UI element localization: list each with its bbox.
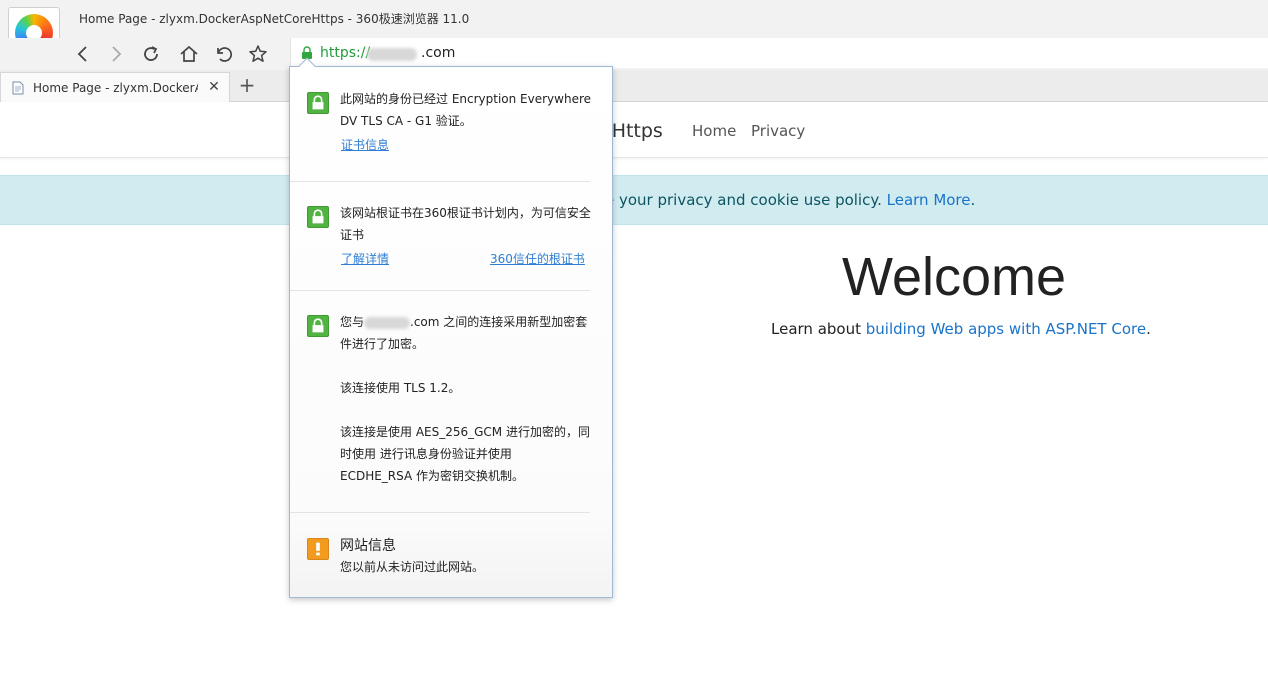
- certificate-info-link[interactable]: 证书信息: [341, 136, 389, 153]
- divider: [290, 290, 590, 291]
- divider: [290, 181, 590, 182]
- learn-more-link[interactable]: Learn More: [887, 191, 971, 209]
- connection-text: 您与 .com 之间的连接采用新型加密套 件进行了加密。 该连接使用 TLS 1.…: [340, 311, 592, 487]
- divider: [290, 512, 590, 513]
- cipher-line-1: 该连接是使用 AES_256_GCM 进行加密的，同: [340, 425, 590, 439]
- connection-prefix: 您与: [340, 315, 365, 329]
- forward-arrow-icon[interactable]: [103, 41, 129, 67]
- aspnet-core-link[interactable]: building Web apps with ASP.NET Core: [866, 320, 1146, 338]
- warning-icon: [307, 538, 329, 560]
- learn-details-link[interactable]: 了解详情: [341, 250, 389, 267]
- learn-about-text: Learn about building Web apps with ASP.N…: [771, 320, 1151, 338]
- tls-version-text: 该连接使用 TLS 1.2。: [340, 381, 461, 395]
- certificate-line-2: DV TLS CA - G1 验证。: [340, 114, 472, 128]
- back-arrow-icon[interactable]: [70, 41, 96, 67]
- certificate-line-1: 此网站的身份已经过 Encryption Everywhere: [340, 92, 592, 106]
- root-certificate-text: 该网站根证书在360根证书计划内，为可信安全 证书: [340, 202, 592, 246]
- url-protocol: https://: [320, 45, 371, 61]
- tab-label: Home Page - zlyxm.DockerA: [33, 81, 198, 95]
- undo-icon[interactable]: [211, 41, 237, 67]
- site-info-subtitle: 您以前从未访问过此网站。: [340, 560, 485, 574]
- cipher-line-2: 时使用 进行讯息身份验证并使用: [340, 447, 512, 461]
- certificate-text: 此网站的身份已经过 Encryption Everywhere DV TLS C…: [340, 88, 592, 132]
- connection-line-1: 您与 .com 之间的连接采用新型加密套: [340, 311, 592, 333]
- root-line-1: 该网站根证书在360根证书计划内，为可信安全: [340, 206, 591, 220]
- navigation-toolbar: https:// .com: [0, 38, 1268, 70]
- root-line-2: 证书: [340, 228, 365, 242]
- star-icon[interactable]: [245, 41, 271, 67]
- reload-icon[interactable]: [138, 41, 164, 67]
- page-title: Welcome: [842, 247, 1067, 307]
- learn-prefix: Learn about: [771, 320, 866, 338]
- url-domain-suffix: .com: [421, 45, 456, 61]
- learn-suffix: .: [1146, 320, 1151, 338]
- secure-lock-icon: [307, 315, 329, 337]
- home-icon[interactable]: [176, 41, 202, 67]
- connection-suffix: .com 之间的连接采用新型加密套: [410, 315, 588, 329]
- secure-lock-icon: [307, 92, 329, 114]
- secure-lock-icon: [307, 206, 329, 228]
- new-tab-button[interactable]: +: [236, 74, 258, 96]
- address-bar[interactable]: https:// .com: [290, 38, 1268, 68]
- cipher-line-3: ECDHE_RSA 作为密钥交换机制。: [340, 469, 525, 483]
- domain-redacted: [364, 316, 411, 329]
- window-title: Home Page - zlyxm.DockerAspNetCoreHttps …: [79, 12, 470, 26]
- tab-home-page[interactable]: Home Page - zlyxm.DockerA ✕: [0, 72, 230, 102]
- tab-close-icon[interactable]: ✕: [206, 79, 222, 95]
- connection-line-2: 件进行了加密。: [340, 337, 425, 351]
- cookie-consent-bar: e your privacy and cookie use policy. Le…: [0, 175, 1268, 225]
- trusted-root-link[interactable]: 360信任的根证书: [490, 250, 585, 267]
- title-bar: Home Page - zlyxm.DockerAspNetCoreHttps …: [0, 0, 1268, 38]
- site-navbar: eHttps Home Privacy: [0, 102, 1268, 158]
- cookie-message: e your privacy and cookie use policy.: [605, 191, 887, 209]
- tab-strip: Home Page - zlyxm.DockerA ✕ +: [0, 70, 1268, 102]
- nav-link-home[interactable]: Home: [692, 122, 736, 140]
- nav-link-privacy[interactable]: Privacy: [751, 122, 805, 140]
- site-info-title: 网站信息: [340, 538, 396, 554]
- cookie-period: .: [970, 191, 976, 209]
- security-info-popup: 此网站的身份已经过 Encryption Everywhere DV TLS C…: [289, 57, 613, 598]
- url-redacted: [367, 48, 417, 61]
- page-icon: [12, 81, 24, 95]
- cookie-text: e your privacy and cookie use policy. Le…: [605, 191, 975, 209]
